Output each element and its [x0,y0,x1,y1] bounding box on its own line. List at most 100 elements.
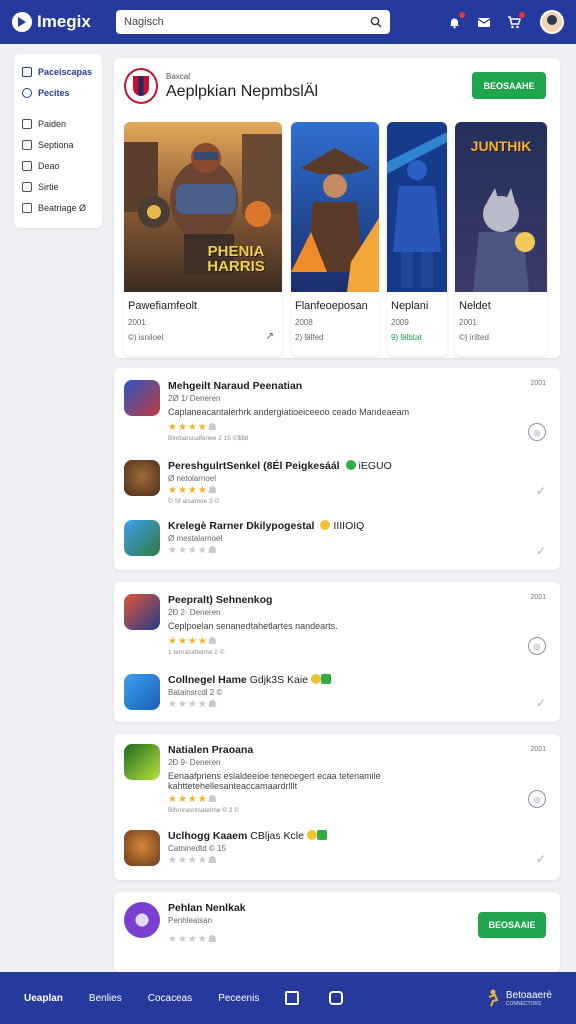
app-icon [124,380,160,416]
sidebar-item-septiona[interactable]: Septiona [22,134,94,155]
brand-sublabel: CONNECTORS [505,1000,542,1007]
app-title: Uclhogg Kaaem CBljas Kcle [168,830,330,842]
sidebar-item-beatriage[interactable]: Beatriage Ø [22,197,94,218]
app-note: 1 tenrasidtelme 2 © [168,649,225,656]
game-meta: ©) isniloel [128,333,164,342]
bottom-nav-item[interactable]: Ueaplan [24,993,63,1004]
star-rating: ★★★★☗ [168,422,218,433]
app-tag: IIIIOIQ [333,520,365,532]
sidebar-item-pecites[interactable]: Pecites [22,82,94,103]
logo-mark-icon [12,12,32,32]
check-icon[interactable]: ✓ [536,544,546,558]
app-icon [124,674,160,710]
list-item[interactable]: Krelegè Rarner Dkilypogestal IIIIOIQ Ø m… [124,520,544,568]
game-card[interactable]: JUNTHIK Neldet 2001 ©) irilted [455,122,547,356]
sidebar-item-deao[interactable]: Deao [22,155,94,176]
sidebar-item-label: Deao [38,160,60,171]
game-year: 2001 [459,318,477,327]
hero-title: Aeplpkian NepmbslÄl [166,82,319,100]
mail-icon[interactable] [476,14,492,30]
sidebar-item-sirtie[interactable]: Sirtie [22,176,94,197]
notification-badge [458,11,466,19]
app-subtitle: Ø mestalarnoel [168,534,223,543]
star-rating: ★★★★☗ [168,636,218,647]
app-description: Caplaneacantalerhrk andergiatioeiceeoo c… [168,407,410,417]
hero-action-button[interactable]: BEOSAAHE [472,72,546,99]
action-button[interactable]: BEOSAAIE [478,912,546,938]
game-meta: ©) irilted [459,333,489,342]
app-icon [124,902,160,938]
list-item[interactable]: Mehgeilt Naraud Peenatian 2Ø 1/ Deneren … [124,380,544,442]
app-title: Pehlan Nenlkak [168,902,246,914]
check-icon[interactable]: ✓ [536,484,546,498]
list-item[interactable]: Natialen Praoana 2Ð 9- Deneren Eenaafpri… [124,744,544,814]
sidebar-item-paiden[interactable]: Paiden [22,113,94,134]
user-avatar[interactable] [540,10,564,34]
app-logo[interactable]: Imegix [12,12,116,32]
cart-icon[interactable] [506,11,526,30]
sidebar-item-label: Pecites [38,87,70,98]
app-icon [124,830,160,866]
check-icon[interactable]: ✓ [536,696,546,710]
calendar-icon [22,202,32,213]
external-link-icon[interactable]: ↗ [266,331,274,342]
emoji-icon [320,520,331,530]
bell-icon[interactable] [446,11,466,30]
bottom-nav-item[interactable]: Benlies [89,993,122,1004]
game-cover-art: PHENIA HARRIS [124,122,282,292]
app-icon [124,460,160,496]
bottom-nav: Ueaplan Benlies Cocaceas Peceenis Betoaa… [0,972,576,1024]
hero-kicker: Baxcal [166,71,191,81]
app-subtitle: Penhleaisan [168,916,213,925]
app-subtitle: 2Ð 2- Deneren [168,608,221,617]
app-icon [124,594,160,630]
game-title: Neldet [459,300,491,312]
list-item[interactable]: Peepralt) Sehnenkog 2Ð 2- Deneren Ceplpo… [124,594,544,656]
bookmark-icon[interactable] [285,991,300,1005]
top-navbar: Imegix Nagisch [0,0,576,44]
share-icon[interactable] [329,991,344,1005]
app-title: Peepralt) Sehnenkog [168,594,273,606]
search-icon[interactable] [370,16,382,28]
game-card[interactable]: Flanfeoeposan 2008 2) 9ilfed [291,122,379,356]
game-cover-art [291,122,379,292]
list-item[interactable]: Collnegel Hame Gdjk3S Kaie Batainsrcdl 2… [124,674,544,722]
install-icon[interactable]: ◎ [528,790,546,808]
star-rating: ★★★★☗ [168,699,218,710]
doc-icon [22,139,32,150]
app-icon [124,744,160,780]
game-meta: 9) 9ilbtat [391,333,422,342]
install-icon[interactable]: ◎ [528,637,546,655]
app-subtitle: Ø netolarnoel [168,474,217,483]
check-icon[interactable]: ✓ [536,852,546,866]
sidebar-item-paceiscapas[interactable]: Paceiscapas [22,61,94,82]
search-input[interactable]: Nagisch [116,10,390,34]
game-title: Neplani [391,300,429,312]
app-note: © Sf alsamoe 3 © [168,498,220,505]
list-item[interactable]: Uclhogg Kaaem CBljas Kcle Catninedtd © 1… [124,830,544,878]
bottom-nav-item[interactable]: Peceenis [218,993,259,1004]
game-title: Pawefiamfeolt [128,300,198,312]
star-rating: ★★★★☗ [168,794,218,805]
app-icon [124,520,160,556]
list-item[interactable]: PereshgulrtSenkel (8Él Peigkesáál iEGUO … [124,460,544,508]
app-title-text: PereshgulrtSenkel (8Él Peigkesáál [168,460,340,472]
app-list-card: 2001 Mehgeilt Naraud Peenatian 2Ø 1/ Den… [114,368,560,570]
game-card[interactable]: Neplani 2009 9) 9ilbtat [387,122,447,356]
app-list-card: 2001 Peepralt) Sehnenkog 2Ð 2- Deneren C… [114,582,560,722]
app-subtitle: Batainsrcdl 2 © [168,688,223,697]
sidebar-item-label: Sirtie [38,181,59,192]
game-year: 2001 [128,318,146,327]
app-list-card: 2001 Natialen Praoana 2Ð 9- Deneren Eena… [114,734,560,880]
game-cover-art: JUNTHIK [455,122,547,292]
app-title-text: Uclhogg Kaaem [168,830,248,842]
featured-card: Baxcal Aeplpkian NepmbslÄl BEOSAAHE PHEN… [114,58,560,358]
install-icon[interactable]: ◎ [528,423,546,441]
brand-badge[interactable]: Betoaaerè CONNECTORS [485,989,552,1007]
verified-icon [345,460,356,470]
star-rating: ★★★★☗ [168,545,218,556]
image-icon [22,181,32,192]
game-card[interactable]: PHENIA HARRIS Pawefiamfeolt 2001 ©) isni… [124,122,282,356]
bottom-nav-item[interactable]: Cocaceas [148,993,192,1004]
sidebar-item-label: Paiden [38,118,67,129]
